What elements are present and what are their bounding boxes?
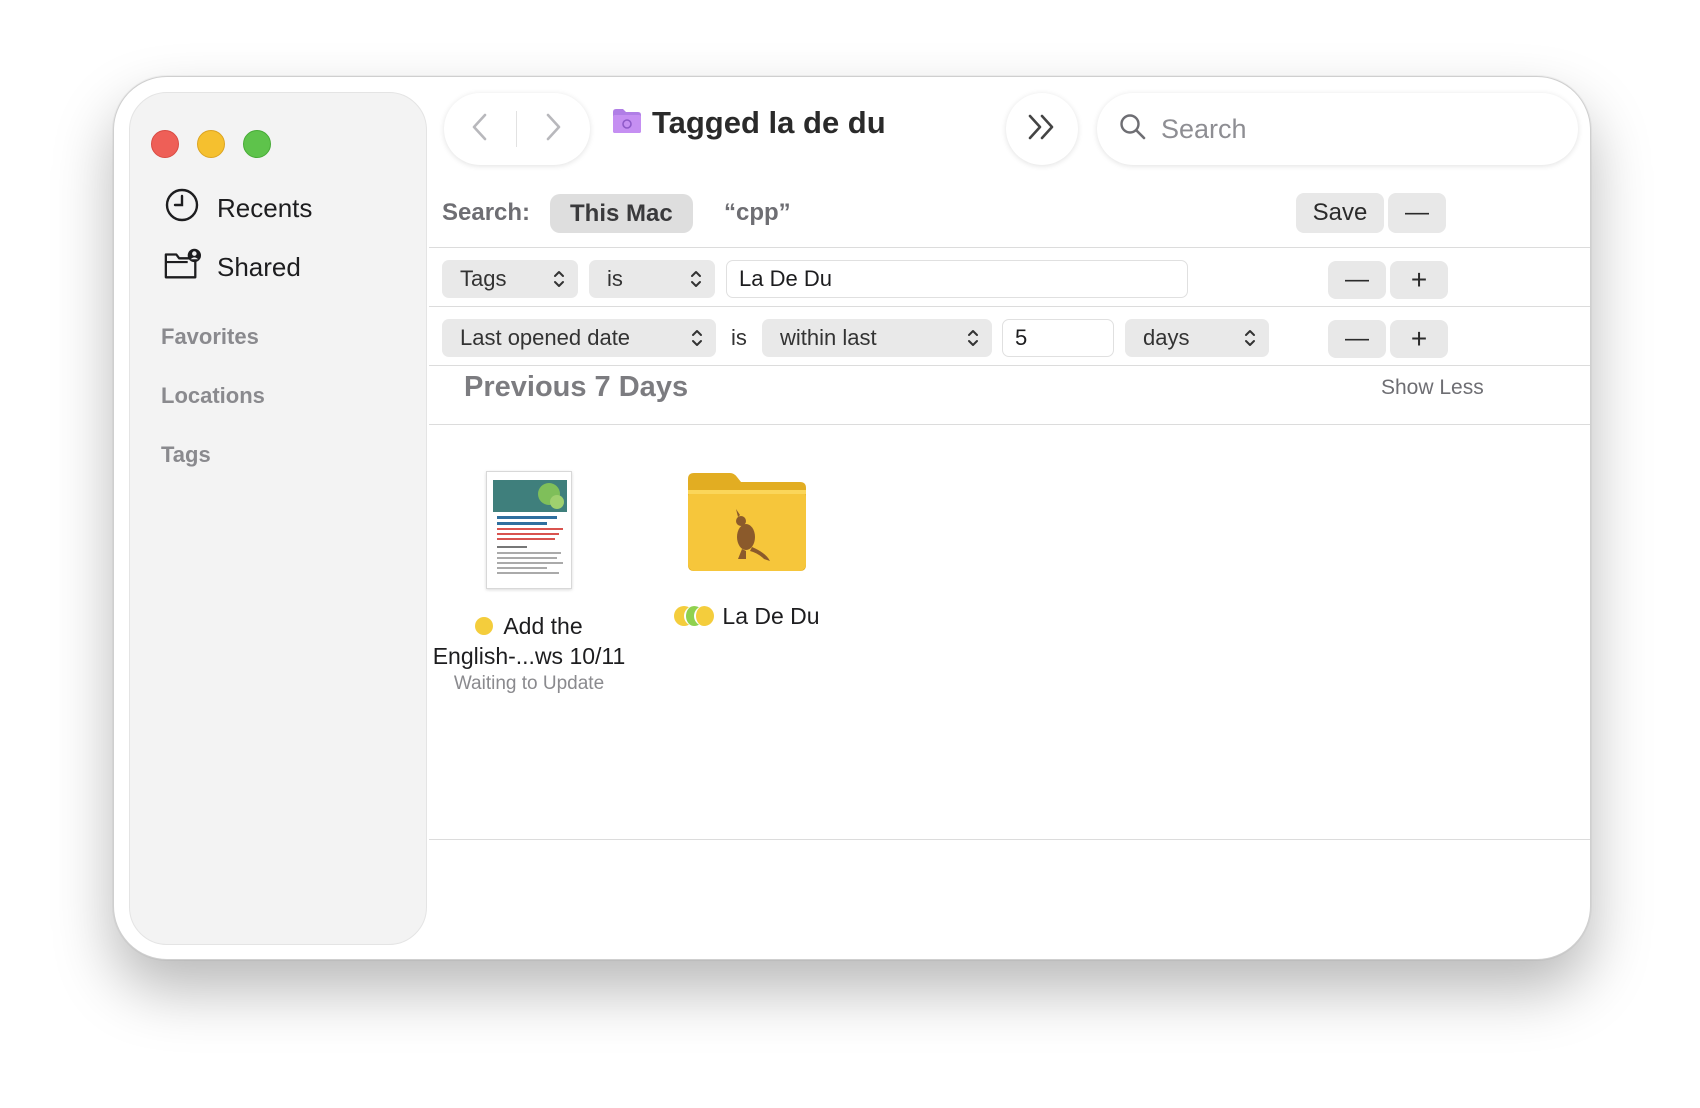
- days-count-field[interactable]: 5: [1002, 319, 1114, 357]
- sidebar: Recents Shared Favorites Locations Tags: [129, 92, 427, 945]
- minimize-button[interactable]: [197, 130, 225, 158]
- toolbar-overflow-button[interactable]: [1006, 93, 1078, 165]
- show-less-button[interactable]: Show Less: [1381, 376, 1484, 400]
- group-header-title: Previous 7 Days: [464, 371, 689, 403]
- divider: [429, 365, 1590, 366]
- scope-query-button[interactable]: “cpp”: [724, 199, 791, 227]
- up-down-chevron-icon: [690, 327, 704, 355]
- divider: [429, 247, 1590, 248]
- smart-folder-icon: [612, 108, 642, 139]
- zoom-button[interactable]: [243, 130, 271, 158]
- sidebar-item-shared[interactable]: Shared: [163, 245, 301, 290]
- criteria-unit-label: days: [1143, 325, 1190, 350]
- criteria-operator-text: is: [731, 325, 747, 350]
- folder-name: La De Du: [650, 601, 844, 631]
- folder-item[interactable]: La De Du: [650, 471, 844, 631]
- criteria-range-label: within last: [780, 325, 877, 350]
- chevron-right-icon: [543, 112, 563, 147]
- tag-dots: [674, 606, 715, 626]
- document-thumbnail-icon: [486, 471, 572, 589]
- up-down-chevron-icon: [1243, 327, 1257, 355]
- remove-search-button[interactable]: —: [1388, 193, 1446, 233]
- close-button[interactable]: [151, 130, 179, 158]
- criteria-operator-label: is: [607, 266, 623, 291]
- up-down-chevron-icon: [552, 268, 566, 296]
- divider: [429, 306, 1590, 307]
- forward-button[interactable]: [517, 93, 589, 165]
- sidebar-section-tags[interactable]: Tags: [161, 442, 211, 468]
- back-button[interactable]: [444, 93, 516, 165]
- file-name-line2: English-...ws 10/11: [432, 643, 626, 669]
- divider: [429, 839, 1590, 840]
- yellow-tag-dot: [475, 617, 494, 635]
- sidebar-section-locations[interactable]: Locations: [161, 383, 265, 409]
- tag-value-field[interactable]: La De Du: [726, 260, 1188, 298]
- criteria-unit-popup[interactable]: days: [1125, 319, 1269, 357]
- criteria-range-popup[interactable]: within last: [762, 319, 992, 357]
- folder-name-label: La De Du: [722, 603, 820, 629]
- criteria-attribute-label: Tags: [460, 266, 507, 291]
- window-title-area: Tagged la de du: [612, 105, 886, 141]
- search-field[interactable]: [1097, 93, 1578, 165]
- kangaroo-folder-icon: [686, 471, 808, 573]
- search-scope-label: Search:: [442, 199, 531, 226]
- criteria-operator-popup[interactable]: is: [589, 260, 715, 298]
- file-name: Add the: [432, 611, 626, 641]
- scope-this-mac-button[interactable]: This Mac: [550, 194, 693, 233]
- sidebar-item-label: Recents: [217, 193, 313, 223]
- file-item[interactable]: Add the English-...ws 10/11 Waiting to U…: [432, 471, 626, 695]
- up-down-chevron-icon: [966, 327, 980, 355]
- criteria-attribute-popup[interactable]: Last opened date: [442, 319, 716, 357]
- shared-folder-icon: [163, 245, 201, 290]
- divider: [429, 424, 1590, 425]
- up-down-chevron-icon: [689, 268, 703, 296]
- clock-icon: [163, 186, 201, 231]
- sidebar-item-label: Shared: [217, 252, 301, 282]
- add-criteria-button[interactable]: +: [1390, 261, 1448, 299]
- chevron-left-icon: [470, 112, 490, 147]
- file-status: Waiting to Update: [453, 673, 605, 694]
- file-name-line1: Add the: [503, 613, 583, 639]
- remove-criteria-button[interactable]: —: [1328, 320, 1386, 358]
- sidebar-section-favorites[interactable]: Favorites: [161, 324, 259, 350]
- add-criteria-button[interactable]: +: [1390, 320, 1448, 358]
- search-icon: [1119, 113, 1147, 146]
- criteria-attribute-label: Last opened date: [460, 325, 631, 350]
- navigation-buttons: [444, 93, 590, 165]
- search-input[interactable]: [1161, 113, 1541, 145]
- yellow-tag-dot: [694, 606, 715, 626]
- remove-criteria-button[interactable]: —: [1328, 261, 1386, 299]
- double-chevron-right-icon: [1025, 112, 1059, 147]
- sidebar-item-recents[interactable]: Recents: [163, 186, 312, 231]
- finder-window: Recents Shared Favorites Locations Tags: [113, 76, 1591, 960]
- save-button[interactable]: Save: [1296, 193, 1384, 233]
- window-title: Tagged la de du: [652, 105, 886, 140]
- criteria-attribute-popup[interactable]: Tags: [442, 260, 578, 298]
